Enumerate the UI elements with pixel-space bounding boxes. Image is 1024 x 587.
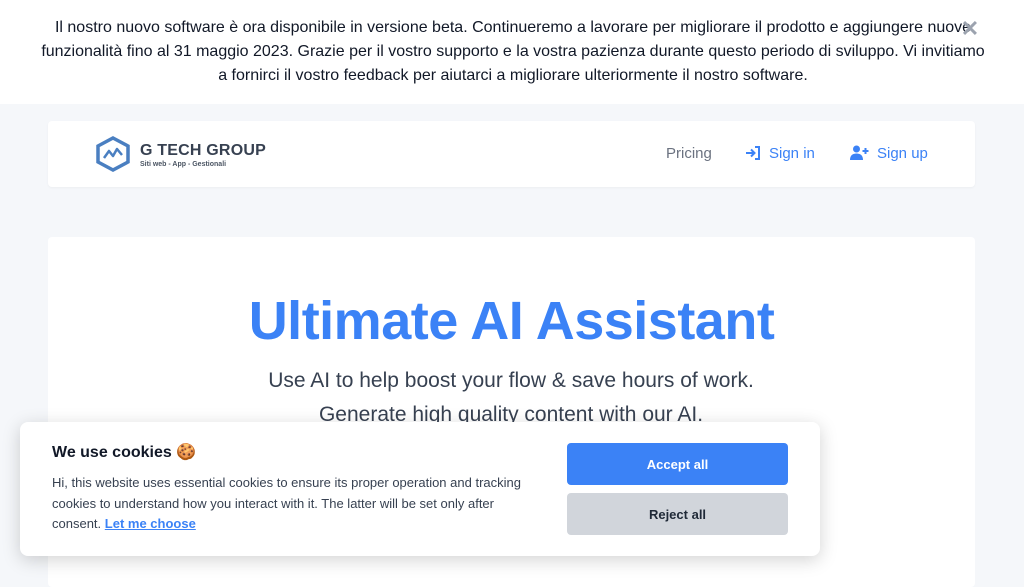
user-plus-icon xyxy=(850,145,869,160)
logo-icon xyxy=(96,136,130,172)
logo-subtitle: Siti web - App - Gestionali xyxy=(140,161,227,168)
logo-title: G TECH GROUP xyxy=(140,142,266,159)
nav-pricing-link[interactable]: Pricing xyxy=(666,145,712,162)
cookie-consent-dialog: We use cookies 🍪 Hi, this website uses e… xyxy=(20,422,820,556)
let-me-choose-link[interactable]: Let me choose xyxy=(105,516,196,531)
nav-sign-in-link[interactable]: Sign in xyxy=(745,145,815,162)
announcement-banner: Il nostro nuovo software è ora disponibi… xyxy=(0,0,1024,104)
nav-sign-up-link[interactable]: Sign up xyxy=(850,145,928,162)
cookie-description: Hi, this website uses essential cookies … xyxy=(52,473,528,535)
cookie-title: We use cookies 🍪 xyxy=(52,444,197,461)
banner-text: Il nostro nuovo software è ora disponibi… xyxy=(41,19,985,84)
close-icon[interactable]: ✕ xyxy=(958,17,982,41)
nav-pricing-label: Pricing xyxy=(666,145,712,162)
sign-in-icon xyxy=(746,146,760,160)
accept-all-button[interactable]: Accept all xyxy=(567,443,788,485)
logo[interactable]: G TECH GROUP Siti web - App - Gestionali xyxy=(95,136,295,172)
navbar: G TECH GROUP Siti web - App - Gestionali… xyxy=(48,121,975,187)
reject-all-button[interactable]: Reject all xyxy=(567,493,788,535)
nav-sign-up-label: Sign up xyxy=(877,145,928,162)
nav-sign-in-label: Sign in xyxy=(769,145,815,162)
hero-title: Ultimate AI Assistant xyxy=(248,291,775,351)
